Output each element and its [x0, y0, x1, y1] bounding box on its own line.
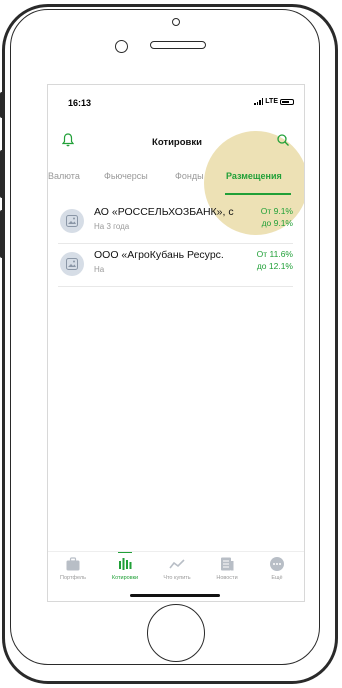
nav-label: Котировки: [111, 575, 139, 581]
quotes-icon: [119, 558, 132, 570]
status-bar: 16:13 LTE: [48, 95, 304, 109]
yield-to: до 9.1%: [261, 218, 293, 228]
proximity-sensor: [115, 40, 128, 53]
nav-label: Портфель: [60, 575, 86, 581]
yield-to: до 12.1%: [256, 261, 293, 271]
nav-portfolio[interactable]: Портфель: [48, 556, 98, 581]
status-time: 16:13: [68, 98, 92, 108]
tab-currency[interactable]: Валюта: [48, 171, 80, 181]
top-bar: Котировки: [48, 129, 304, 153]
status-indicators: LTE: [254, 98, 294, 105]
tab-futures[interactable]: Фьючерсы: [104, 171, 148, 181]
issue-term: На 3 года: [94, 222, 130, 231]
app-screen: 16:13 LTE Котировки Валюта Фьючерсы Фонд…: [47, 84, 305, 602]
yield-from: От 9.1%: [260, 206, 293, 216]
nav-quotes[interactable]: Котировки: [100, 556, 150, 581]
list-item[interactable]: ООО «АгроКубань Ресурс. На От 11.6% до 1…: [58, 246, 293, 287]
nav-label: Ещё: [271, 575, 283, 581]
yield-from: От 11.6%: [256, 249, 293, 259]
tab-placements[interactable]: Размещения: [226, 171, 282, 181]
nav-what-to-buy[interactable]: Что купить: [152, 556, 202, 581]
home-indicator: [130, 594, 220, 597]
image-placeholder-icon: [60, 252, 84, 276]
mute-switch: [0, 92, 5, 118]
front-camera: [172, 18, 180, 26]
page-title: Котировки: [152, 137, 202, 148]
signal-icon: [254, 98, 264, 105]
bottom-nav: Портфель Котировки Что купить Новости Ещ…: [48, 551, 304, 586]
issuer-name: АО «РОССЕЛЬХОЗБАНК», с: [94, 206, 234, 218]
issuer-name: ООО «АгроКубань Ресурс.: [94, 249, 224, 261]
volume-up-button: [0, 150, 5, 198]
category-tabs: Валюта Фьючерсы Фонды Размещения: [48, 169, 304, 191]
volume-down-button: [0, 210, 5, 258]
image-placeholder-icon: [60, 209, 84, 233]
list-item[interactable]: АО «РОССЕЛЬХОЗБАНК», с На 3 года От 9.1%…: [58, 203, 293, 244]
active-tab-underline: [225, 193, 291, 195]
nav-news[interactable]: Новости: [202, 556, 252, 581]
more-icon: [270, 557, 284, 571]
tab-funds[interactable]: Фонды: [175, 171, 204, 181]
nav-label: Новости: [216, 575, 238, 581]
nav-label: Что купить: [163, 575, 191, 581]
home-button[interactable]: [147, 604, 205, 662]
network-label: LTE: [265, 98, 278, 105]
battery-icon: [280, 98, 294, 105]
placements-list: АО «РОССЕЛЬХОЗБАНК», с На 3 года От 9.1%…: [58, 203, 293, 289]
news-icon: [221, 557, 234, 571]
search-icon[interactable]: [276, 133, 290, 147]
issue-term: На: [94, 265, 105, 274]
briefcase-icon: [66, 557, 80, 571]
phone-frame: 16:13 LTE Котировки Валюта Фьючерсы Фонд…: [0, 0, 342, 688]
nav-more[interactable]: Ещё: [252, 556, 302, 581]
trend-icon: [169, 559, 185, 569]
earpiece-speaker: [150, 41, 206, 49]
